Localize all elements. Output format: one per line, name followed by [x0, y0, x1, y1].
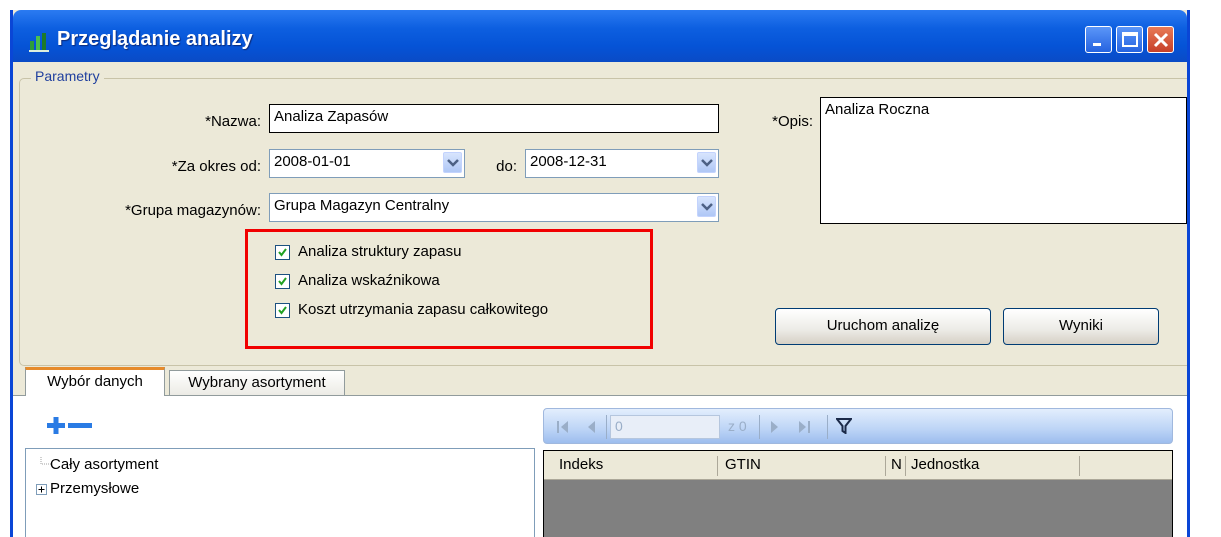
window-title: Przeglądanie analizy [57, 28, 253, 50]
minus-icon [68, 423, 92, 428]
filter-icon[interactable] [836, 418, 852, 434]
tree-item-all[interactable]: Cały asortyment [50, 456, 158, 473]
column-header-n[interactable]: N [891, 456, 902, 473]
description-label: *Opis: [772, 113, 813, 130]
main-window: Przeglądanie analizy Parametry *Nazwa: A… [10, 10, 1190, 537]
minimize-icon [1093, 43, 1101, 46]
description-textarea[interactable]: Analiza Roczna [820, 97, 1187, 224]
chevron-down-icon [701, 203, 713, 211]
checkbox-structure[interactable] [275, 244, 290, 260]
checkbox-structure-row[interactable]: Analiza struktury zapasu [275, 243, 461, 260]
checkbox-indicator-row[interactable]: Analiza wskaźnikowa [275, 272, 440, 289]
date-to-dropdown-button[interactable] [697, 152, 716, 173]
grid-header [544, 451, 1172, 480]
checkbox-cost-row[interactable]: Koszt utrzymania zapasu całkowitego [275, 301, 548, 318]
name-label: *Nazwa: [205, 113, 261, 130]
maximize-icon [1122, 32, 1138, 47]
date-from-dropdown-button[interactable] [443, 152, 462, 173]
run-analysis-button[interactable]: Uruchom analizę [775, 308, 991, 345]
checkbox-cost[interactable] [275, 302, 290, 318]
column-header-index[interactable]: Indeks [559, 456, 603, 473]
close-button[interactable] [1147, 26, 1174, 53]
record-navigator: 0 z 0 [543, 408, 1173, 444]
column-separator [1079, 456, 1080, 476]
expand-node-icon[interactable] [36, 484, 47, 495]
date-to-value: 2008-12-31 [530, 153, 607, 170]
checkmark-icon [278, 276, 287, 286]
previous-record-icon[interactable] [586, 420, 596, 434]
column-separator [885, 456, 886, 476]
tab-data-selection[interactable]: Wybór danych [25, 367, 165, 396]
tab-selected-assortment[interactable]: Wybrany asortyment [169, 370, 345, 395]
record-count-label: z 0 [728, 418, 747, 434]
first-record-icon[interactable] [556, 420, 570, 434]
assortment-tree[interactable]: Cały asortyment Przemysłowe [25, 448, 535, 537]
last-record-icon[interactable] [798, 420, 812, 434]
warehouse-group-combo[interactable]: Grupa Magazyn Centralny [269, 193, 719, 222]
date-from-value: 2008-01-01 [274, 153, 351, 170]
chevron-down-icon [447, 159, 459, 167]
checkbox-cost-label: Koszt utrzymania zapasu całkowitego [298, 301, 549, 318]
warehouse-group-label: *Grupa magazynów: [125, 202, 261, 219]
maximize-button[interactable] [1116, 26, 1143, 53]
chart-app-icon [29, 33, 49, 52]
title-bar[interactable]: Przeglądanie analizy [13, 10, 1187, 62]
period-from-label: *Za okres od: [171, 158, 261, 175]
expand-collapse-all-icons[interactable] [47, 417, 93, 435]
checkmark-icon [278, 305, 287, 315]
date-to-combo[interactable]: 2008-12-31 [525, 149, 719, 178]
warehouse-group-dropdown-button[interactable] [697, 196, 716, 217]
chevron-down-icon [701, 159, 713, 167]
tree-item-industrial[interactable]: Przemysłowe [50, 480, 139, 497]
checkbox-indicator-label: Analiza wskaźnikowa [298, 272, 440, 289]
column-separator [905, 456, 906, 476]
column-separator [717, 456, 718, 476]
results-button[interactable]: Wyniki [1003, 308, 1159, 345]
minimize-button[interactable] [1085, 26, 1112, 53]
column-header-unit[interactable]: Jednostka [911, 456, 979, 473]
name-input[interactable]: Analiza Zapasów [269, 104, 719, 133]
record-position-input[interactable]: 0 [610, 415, 720, 439]
checkbox-indicator[interactable] [275, 273, 290, 289]
next-record-icon[interactable] [770, 420, 780, 434]
checkmark-icon [278, 247, 287, 257]
parameters-group-label: Parametry [31, 68, 104, 84]
warehouse-group-value: Grupa Magazyn Centralny [274, 197, 450, 214]
plus-icon [47, 417, 65, 434]
column-header-gtin[interactable]: GTIN [725, 456, 761, 473]
close-icon [1153, 32, 1169, 48]
checkbox-structure-label: Analiza struktury zapasu [298, 243, 462, 260]
date-to-label: do: [496, 158, 517, 175]
date-from-combo[interactable]: 2008-01-01 [269, 149, 465, 178]
